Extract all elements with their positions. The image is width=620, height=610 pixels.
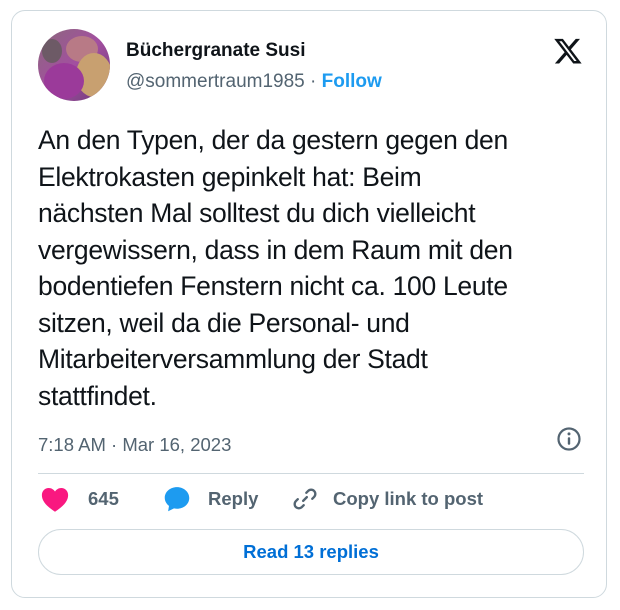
like-count: 645 xyxy=(88,488,119,509)
copy-link-label: Copy link to post xyxy=(333,488,484,509)
x-logo-icon[interactable] xyxy=(553,36,583,66)
divider xyxy=(38,473,584,474)
author-display-name[interactable]: Büchergranate Susi xyxy=(126,40,306,62)
like-button[interactable]: 645 xyxy=(40,483,119,515)
tweet-text-line: vergewissern, dass in dem Raum mit den xyxy=(38,234,513,265)
reply-label: Reply xyxy=(208,488,259,509)
tweet-text-line: sitzen, weil da die Personal- und xyxy=(38,307,410,338)
tweet-text-line: Elektrokasten gepinkelt hat: Beim xyxy=(38,161,422,192)
speech-bubble-icon xyxy=(162,484,192,514)
timestamp-separator: · xyxy=(111,434,118,455)
tweet-text-line: Mitarbeiterversammlung der Stadt xyxy=(38,344,428,374)
author-handle[interactable]: @sommertraum1985 xyxy=(126,71,305,92)
tweet-date[interactable]: Mar 16, 2023 xyxy=(122,434,231,455)
link-icon xyxy=(291,485,319,513)
tweet-text-line: bodentiefen Fenstern nicht ca. 100 Leute xyxy=(38,271,508,301)
tweet-text-line: nächsten Mal solltest du dich vielleicht xyxy=(38,198,476,228)
follow-button[interactable]: Follow xyxy=(322,71,382,92)
tweet-time[interactable]: 7:18 AM xyxy=(38,434,106,455)
tweet-text-line: stattfindet. xyxy=(38,380,157,411)
tweet-timestamp[interactable]: 7:18 AM · Mar 16, 2023 xyxy=(38,434,231,456)
tweet-text-line: An den Typen, der da gestern gegen den xyxy=(38,125,508,155)
read-replies-button[interactable]: Read 13 replies xyxy=(38,529,584,575)
avatar[interactable] xyxy=(38,29,110,101)
info-icon[interactable] xyxy=(555,425,583,453)
tweet-text: An den Typen, der da gestern gegen den E… xyxy=(38,122,594,414)
heart-icon xyxy=(40,485,70,513)
handle-separator: · xyxy=(310,71,317,92)
copy-link-button[interactable]: Copy link to post xyxy=(291,483,483,515)
author-handle-row: @sommertraum1985 · Follow xyxy=(126,71,382,93)
tweet-card: Büchergranate Susi @sommertraum1985 · Fo… xyxy=(11,10,607,598)
reply-button[interactable]: Reply xyxy=(162,483,258,515)
